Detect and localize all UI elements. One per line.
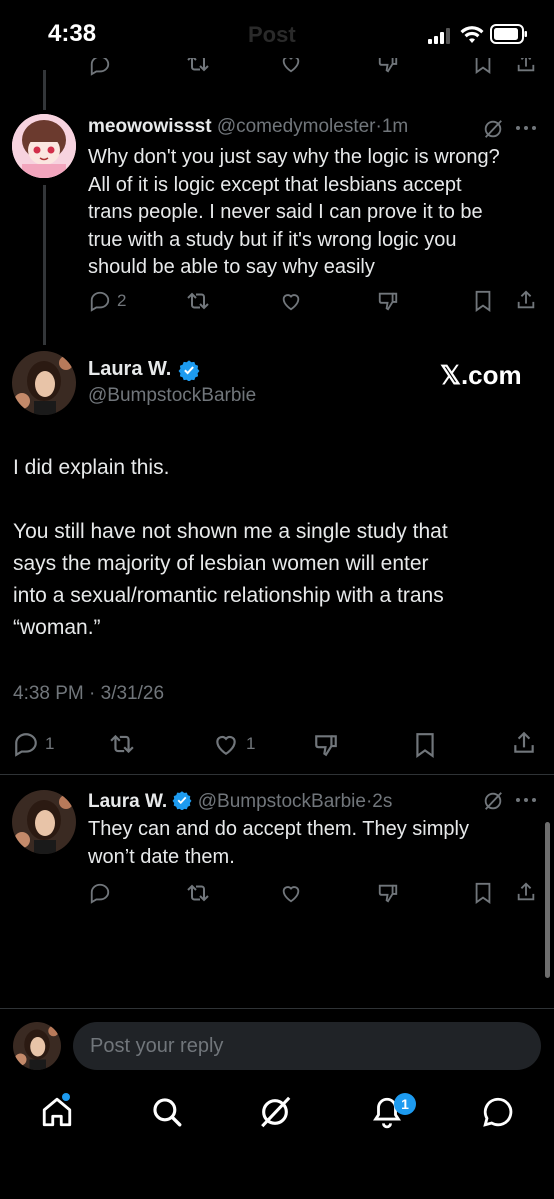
- reply-button[interactable]: 2: [89, 290, 126, 312]
- text-line: says the majority of lesbian women will …: [13, 552, 429, 575]
- like-icon[interactable]: [280, 290, 302, 312]
- home-unread-dot: [62, 1093, 70, 1101]
- repost-icon[interactable]: [186, 882, 210, 904]
- avatar[interactable]: [12, 351, 76, 415]
- home-icon[interactable]: [40, 1095, 74, 1129]
- handle[interactable]: @BumpstockBarbie: [88, 385, 256, 407]
- like-button[interactable]: 1: [212, 731, 255, 757]
- text-line: into a sexual/romantic relationship with…: [13, 584, 444, 607]
- post-paragraph: I did explain this.: [13, 456, 170, 479]
- like-count: 1: [246, 734, 256, 753]
- display-name[interactable]: Laura W.: [88, 791, 167, 812]
- display-name[interactable]: Laura W.: [88, 358, 171, 381]
- reply1-header: meowowissst @comedymolester·1m: [88, 116, 408, 138]
- text-line: You still have not shown me a single stu…: [13, 520, 448, 543]
- reply-count: 2: [117, 291, 127, 310]
- text-line: They can and do accept them. They simply: [88, 818, 469, 840]
- thread-line: [43, 185, 46, 345]
- share-icon[interactable]: [515, 289, 537, 311]
- bookmark-icon[interactable]: [473, 58, 493, 74]
- share-icon[interactable]: [515, 881, 537, 903]
- more-icon[interactable]: [515, 797, 537, 803]
- header-title: Post: [248, 22, 296, 47]
- text-line: All of it is logic except that lesbians …: [88, 173, 462, 196]
- divider: [0, 1008, 554, 1009]
- relative-time: 1m: [381, 116, 409, 137]
- bookmark-icon[interactable]: [473, 290, 493, 312]
- signal-icon: [428, 28, 452, 44]
- reply-icon: [89, 290, 111, 312]
- reply-icon[interactable]: [89, 58, 111, 76]
- bookmark-icon[interactable]: [413, 732, 437, 758]
- reply-icon[interactable]: [89, 882, 111, 904]
- notification-badge: 1: [394, 1093, 416, 1115]
- like-icon[interactable]: [280, 58, 302, 74]
- more-icon[interactable]: [515, 125, 537, 131]
- relative-time: 2s: [372, 791, 393, 812]
- handle[interactable]: @comedymolester: [217, 116, 376, 137]
- share-icon[interactable]: [515, 58, 537, 74]
- divider: [0, 774, 554, 775]
- messages-icon[interactable]: [481, 1095, 515, 1129]
- text-line: won’t date them.: [88, 845, 235, 868]
- reply-button[interactable]: 1: [13, 731, 54, 757]
- x-watermark: 𝕏.com: [440, 360, 522, 390]
- reply-icon: [13, 731, 39, 757]
- scrollbar[interactable]: [545, 822, 550, 978]
- grok-icon[interactable]: [258, 1095, 292, 1129]
- text-line: Why don't you just say why the logic is …: [88, 146, 500, 168]
- bookmark-icon[interactable]: [473, 882, 493, 904]
- like-icon: [212, 731, 240, 757]
- repost-icon[interactable]: [186, 290, 210, 312]
- dislike-icon[interactable]: [376, 882, 400, 904]
- verified-badge-icon: [172, 790, 192, 810]
- share-icon[interactable]: [511, 730, 537, 756]
- status-time: 4:38: [48, 20, 97, 47]
- avatar[interactable]: [12, 790, 76, 854]
- battery-icon: [490, 24, 528, 44]
- grok-icon[interactable]: [482, 118, 504, 140]
- text-line: should be able to say why easily: [88, 256, 375, 278]
- avatar[interactable]: [12, 114, 76, 178]
- reply-count: 1: [45, 734, 55, 753]
- post-body: I did explain this. You still have not s…: [13, 452, 543, 644]
- text-line: trans people. I never said I can prove i…: [88, 201, 483, 223]
- post-timestamp[interactable]: 4:38 PM · 3/31/26: [13, 683, 164, 705]
- text-line: true with a study but if it's wrong logi…: [88, 228, 457, 251]
- reply2-text: They can and do accept them. They simply…: [88, 816, 528, 871]
- repost-icon[interactable]: [186, 58, 210, 74]
- wifi-icon: [460, 25, 484, 45]
- dislike-icon[interactable]: [376, 58, 400, 74]
- text-line: “woman.”: [13, 616, 101, 639]
- handle[interactable]: @BumpstockBarbie: [198, 791, 366, 812]
- avatar: [13, 1022, 61, 1070]
- reply-input-placeholder: Post your reply: [90, 1035, 224, 1057]
- prev-post-actions: [0, 58, 554, 80]
- grok-icon[interactable]: [482, 790, 504, 812]
- reply2-header: Laura W. @BumpstockBarbie·2s: [88, 790, 392, 813]
- dislike-icon[interactable]: [312, 732, 340, 758]
- like-icon[interactable]: [280, 882, 302, 904]
- reply1-text: Why don't you just say why the logic is …: [88, 144, 538, 282]
- dislike-icon[interactable]: [376, 290, 400, 312]
- verified-badge-icon: [178, 359, 200, 381]
- thread-line: [43, 70, 46, 110]
- search-icon[interactable]: [150, 1095, 184, 1129]
- display-name[interactable]: meowowissst: [88, 116, 212, 137]
- repost-icon[interactable]: [108, 732, 136, 756]
